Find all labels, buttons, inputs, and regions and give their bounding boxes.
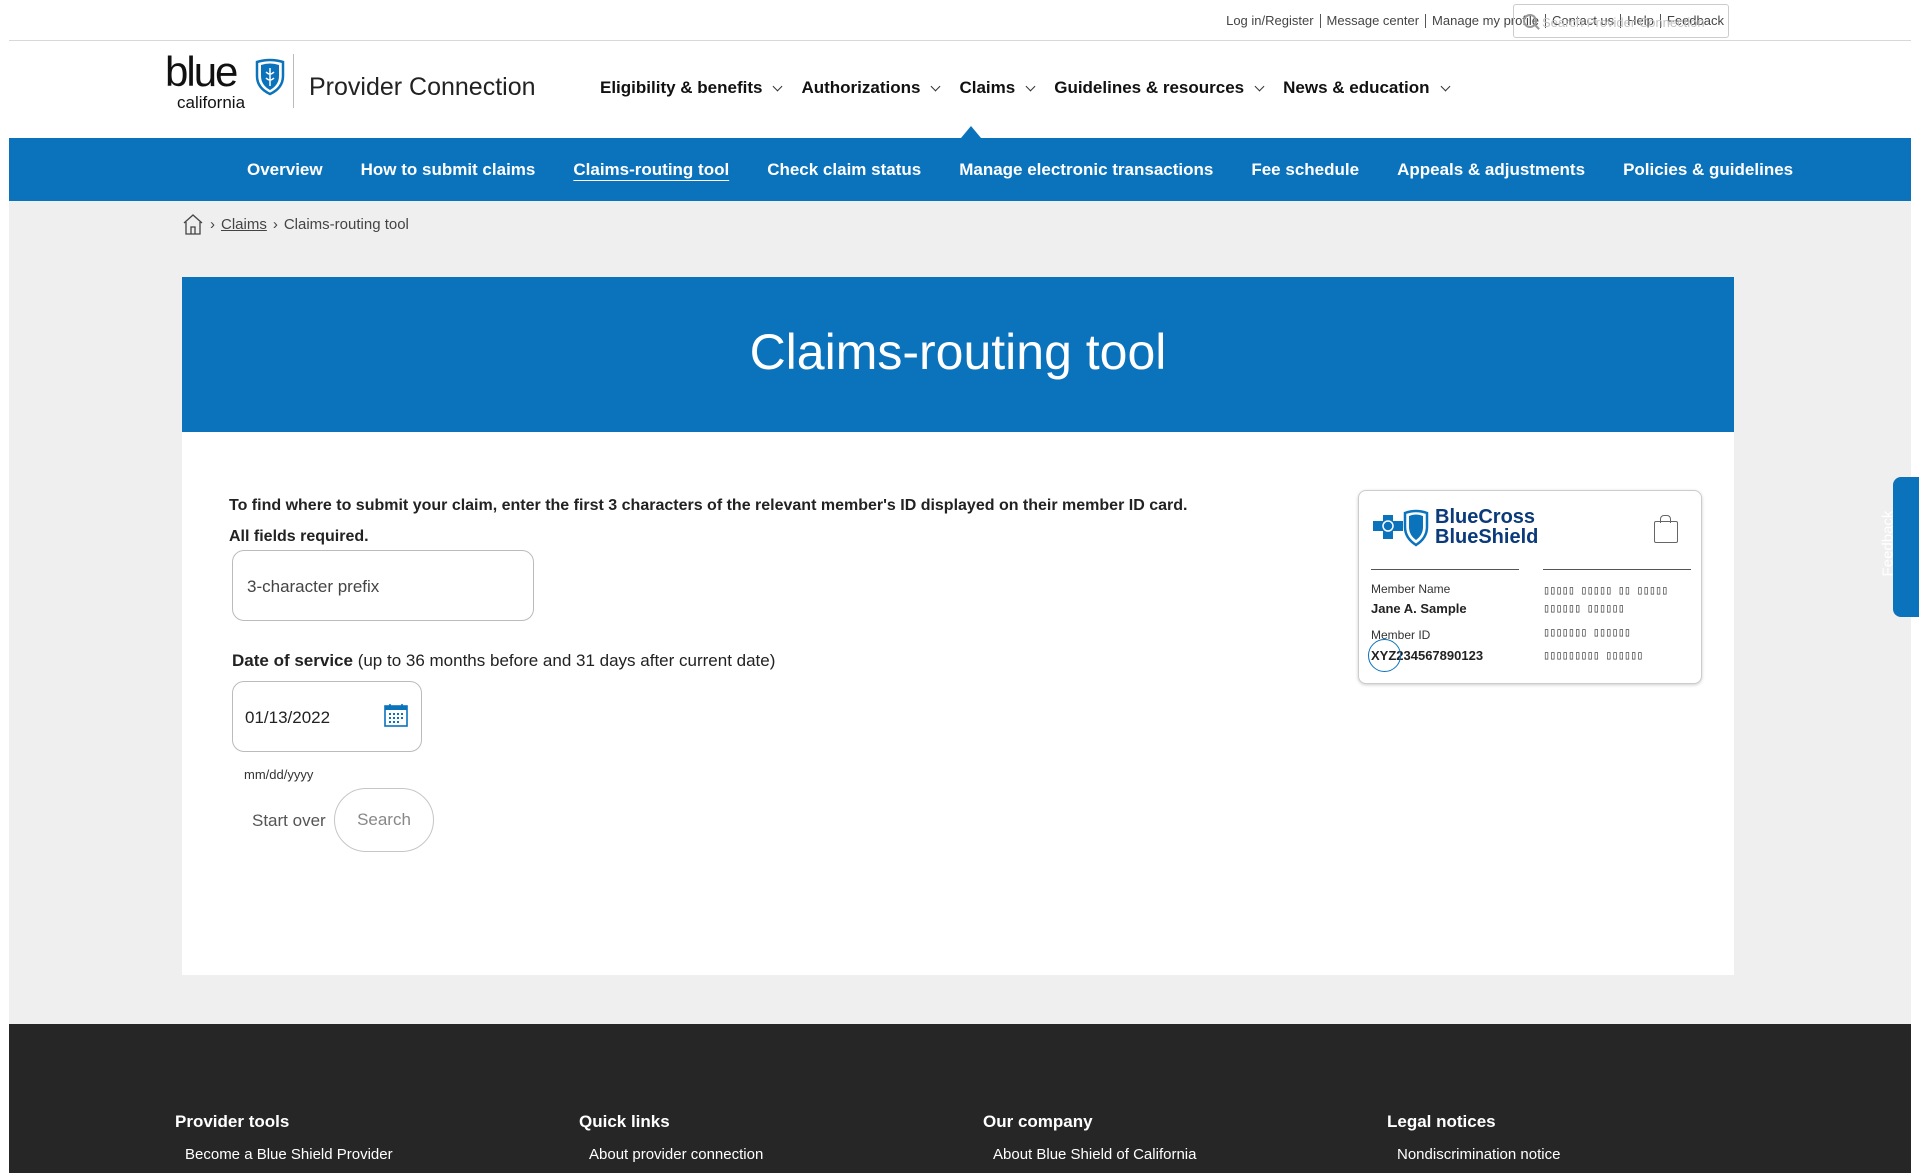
- footer-link[interactable]: About provider connection: [589, 1146, 763, 1163]
- breadcrumb-separator: ›: [210, 215, 215, 233]
- card-placeholder-line: ▯▯▯▯▯▯▯ ▯▯▯▯▯▯: [1543, 625, 1631, 639]
- calendar-icon[interactable]: [383, 702, 409, 728]
- breadcrumb: › Claims › Claims-routing tool: [182, 212, 409, 236]
- nav-authorizations[interactable]: Authorizations: [801, 78, 941, 98]
- footer-heading: Legal notices: [1387, 1112, 1496, 1131]
- nav-guidelines-resources[interactable]: Guidelines & resources: [1054, 78, 1265, 98]
- footer-heading: Provider tools: [175, 1112, 290, 1131]
- date-of-service-title: Date of service: [232, 651, 353, 670]
- card-placeholder-line: ▯▯▯▯▯ ▯▯▯▯▯ ▯▯ ▯▯▯▯▯: [1543, 583, 1668, 597]
- footer-column-our-company: Our company About Blue Shield of Califor…: [983, 1112, 1196, 1163]
- brand-line-1: BlueCross: [1435, 506, 1536, 528]
- breadcrumb-claims-link[interactable]: Claims: [221, 216, 267, 233]
- page-title: Claims-routing tool: [749, 324, 1167, 380]
- footer-column-legal-notices: Legal notices Nondiscrimination notice: [1387, 1112, 1560, 1163]
- subnav-appeals-adjustments[interactable]: Appeals & adjustments: [1397, 160, 1585, 180]
- site-search[interactable]: [1513, 4, 1729, 39]
- content-area: › Claims › Claims-routing tool Claims-ro…: [9, 201, 1911, 1024]
- subnav-fee-schedule[interactable]: Fee schedule: [1251, 160, 1359, 180]
- subnav-overview[interactable]: Overview: [247, 160, 323, 180]
- breadcrumb-separator: ›: [272, 215, 278, 233]
- subnav-manage-electronic-transactions[interactable]: Manage electronic transactions: [959, 160, 1213, 180]
- nav-label: Eligibility & benefits: [600, 78, 763, 97]
- message-center-link[interactable]: Message center: [1319, 14, 1426, 28]
- date-format-hint: mm/dd/yyyy: [244, 767, 314, 782]
- search-button[interactable]: Search: [334, 788, 434, 852]
- footer-heading: Our company: [983, 1112, 1093, 1131]
- start-over-link[interactable]: Start over: [252, 811, 326, 831]
- logo-subtitle: california: [177, 93, 246, 112]
- nav-label: Guidelines & resources: [1054, 78, 1245, 97]
- prefix-highlight-circle: [1368, 639, 1401, 672]
- prefix-input[interactable]: [245, 551, 519, 622]
- footer-link[interactable]: Become a Blue Shield Provider: [185, 1146, 393, 1163]
- main-nav: Eligibility & benefits Authorizations Cl…: [600, 78, 1469, 98]
- claims-routing-form-panel: To find where to submit your claim, ente…: [182, 432, 1734, 975]
- subnav-policies-guidelines[interactable]: Policies & guidelines: [1623, 160, 1793, 180]
- chevron-down-icon: [1254, 81, 1265, 91]
- date-of-service-input[interactable]: [243, 682, 377, 753]
- form-instructions: To find where to submit your claim, ente…: [229, 497, 1188, 545]
- nav-news-education[interactable]: News & education: [1283, 78, 1450, 98]
- footer-link[interactable]: About Blue Shield of California: [993, 1146, 1196, 1163]
- date-of-service-label: Date of service (up to 36 months before …: [232, 651, 775, 671]
- subnav-check-claim-status[interactable]: Check claim status: [767, 160, 921, 180]
- active-nav-caret: [961, 126, 981, 138]
- footer-column-provider-tools: Provider tools Become a Blue Shield Prov…: [175, 1112, 393, 1163]
- site-search-input[interactable]: [1540, 5, 1724, 39]
- card-placeholder-line: ▯▯▯▯▯▯▯▯▯ ▯▯▯▯▯▯: [1543, 648, 1644, 662]
- logo-word: blue: [165, 48, 238, 95]
- nav-claims[interactable]: Claims: [959, 78, 1036, 98]
- site-name: Provider Connection: [309, 73, 536, 101]
- member-name-label: Member Name: [1371, 582, 1451, 596]
- chevron-down-icon: [1440, 81, 1450, 91]
- chevron-down-icon: [931, 81, 941, 91]
- nav-eligibility-benefits[interactable]: Eligibility & benefits: [600, 78, 783, 98]
- shield-logo-icon: [255, 58, 285, 96]
- card-placeholder-line: ▯▯▯▯▯▯ ▯▯▯▯▯▯: [1543, 601, 1625, 615]
- lock-icon: [1654, 515, 1678, 543]
- breadcrumb-current: Claims-routing tool: [283, 215, 409, 233]
- logo-divider: [293, 54, 294, 108]
- date-of-service-hint: (up to 36 months before and 31 days afte…: [357, 651, 776, 670]
- footer: Provider tools Become a Blue Shield Prov…: [9, 1024, 1911, 1173]
- feedback-side-tab[interactable]: Feedback: [1879, 477, 1919, 617]
- brand-line-2: BlueShield: [1435, 526, 1539, 548]
- chevron-down-icon: [1025, 81, 1036, 91]
- card-divider: [1543, 569, 1691, 570]
- nav-label: Authorizations: [801, 78, 921, 97]
- header: blue california Provider Connection Elig…: [9, 40, 1911, 138]
- member-name-value: Jane A. Sample: [1371, 601, 1467, 616]
- search-icon: [1523, 14, 1537, 28]
- home-icon[interactable]: [182, 212, 204, 236]
- bluecross-blueshield-logo-icon: [1373, 509, 1429, 547]
- nav-label: News & education: [1283, 78, 1430, 97]
- subnav-claims-routing-tool[interactable]: Claims-routing tool: [573, 160, 729, 180]
- chevron-down-icon: [773, 81, 783, 91]
- page: Log in/Register Message center Manage my…: [9, 0, 1911, 1173]
- footer-link[interactable]: Nondiscrimination notice: [1397, 1146, 1560, 1163]
- prefix-field[interactable]: [232, 550, 534, 622]
- footer-heading: Quick links: [579, 1112, 670, 1131]
- sample-id-card: BlueCross BlueShield Member Name Jane A.…: [1358, 490, 1702, 684]
- date-of-service-field[interactable]: [232, 681, 422, 753]
- footer-column-quick-links: Quick links About provider connection: [579, 1112, 763, 1163]
- subnav-how-to-submit-claims[interactable]: How to submit claims: [361, 160, 536, 180]
- card-divider: [1371, 569, 1519, 570]
- login-register-link[interactable]: Log in/Register: [1220, 14, 1319, 28]
- nav-label: Claims: [959, 78, 1016, 97]
- claims-subnav: Overview How to submit claims Claims-rou…: [9, 138, 1911, 201]
- id-card-brand: BlueCross BlueShield: [1435, 507, 1538, 547]
- feedback-tab-label: Feedback: [1879, 510, 1897, 577]
- utility-bar: Log in/Register Message center Manage my…: [9, 0, 1911, 41]
- hero-banner: Claims-routing tool: [182, 277, 1734, 432]
